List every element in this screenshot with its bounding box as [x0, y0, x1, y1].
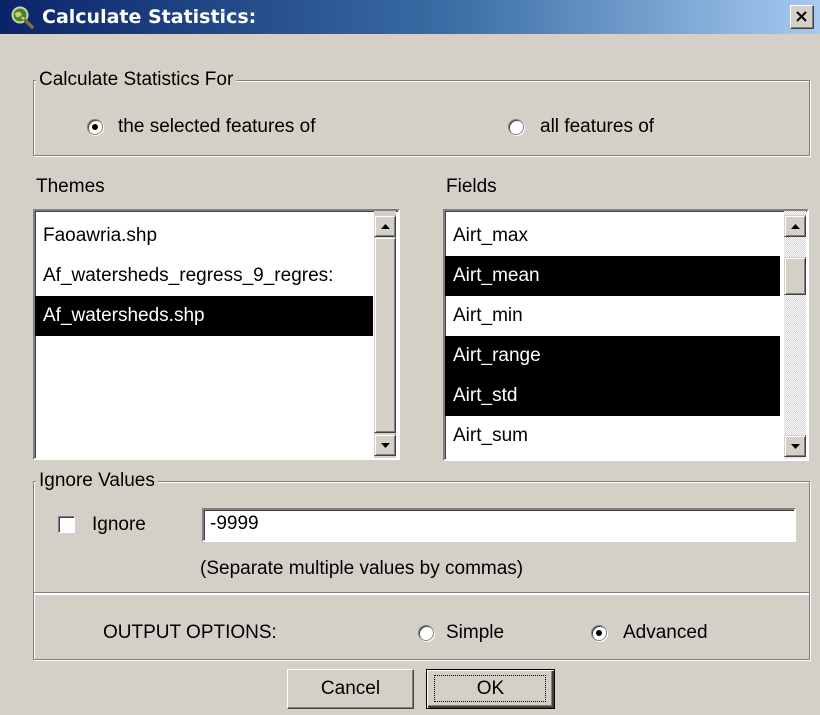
themes-list[interactable]: Faoawria.shp Af_watersheds_regress_9_reg…	[33, 209, 400, 460]
output-options-label: OUTPUT OPTIONS:	[103, 622, 277, 643]
scroll-up-button[interactable]	[784, 215, 806, 237]
window-title: Calculate Statistics:	[42, 6, 257, 28]
all-features-label[interactable]: all features of	[540, 115, 654, 139]
advanced-label[interactable]: Advanced	[623, 621, 708, 645]
advanced-radio[interactable]	[591, 625, 607, 641]
themes-scrollbar[interactable]	[374, 211, 396, 458]
selected-features-radio[interactable]	[87, 119, 103, 135]
arrow-up-icon	[381, 224, 390, 229]
list-item[interactable]: Faoawria.shp	[35, 216, 373, 256]
ignore-hint: (Separate multiple values by commas)	[200, 558, 524, 579]
fields-label: Fields	[446, 176, 497, 197]
scroll-thumb[interactable]	[374, 237, 396, 433]
list-item[interactable]: Airt_min	[445, 296, 780, 336]
scroll-down-button[interactable]	[784, 435, 806, 457]
ok-button[interactable]: OK	[426, 669, 555, 709]
simple-label[interactable]: Simple	[446, 621, 504, 645]
scroll-up-button[interactable]	[374, 215, 396, 237]
focus-rect	[434, 675, 546, 702]
list-item[interactable]: Airt_mean	[445, 256, 780, 296]
close-button[interactable]	[790, 5, 814, 29]
calc-for-legend: Calculate Statistics For	[36, 70, 237, 90]
close-icon	[796, 11, 807, 22]
cancel-button-label: Cancel	[320, 678, 381, 699]
title-bar[interactable]: Calculate Statistics:	[0, 0, 820, 35]
ignore-values-legend: Ignore Values	[36, 471, 158, 491]
arrow-down-icon	[381, 443, 390, 448]
arrow-down-icon	[791, 444, 800, 449]
list-item[interactable]: Af_watersheds.shp	[35, 296, 373, 336]
list-item[interactable]: Airt_std	[445, 376, 780, 416]
ignore-values-input[interactable]: -9999	[202, 508, 796, 542]
list-item[interactable]: Airt_sum	[445, 416, 780, 456]
list-item[interactable]: Airt_range	[445, 336, 780, 376]
list-item[interactable]: Af_watersheds_regress_9_regres:	[35, 256, 373, 296]
ignore-checkbox-label[interactable]: Ignore	[92, 513, 146, 537]
scroll-down-button[interactable]	[374, 434, 396, 456]
fields-scrollbar[interactable]	[784, 211, 806, 459]
simple-radio[interactable]	[418, 625, 434, 641]
scroll-thumb[interactable]	[784, 257, 806, 295]
magnifier-globe-icon	[11, 6, 34, 29]
cancel-button[interactable]: Cancel	[287, 669, 414, 709]
selected-features-label[interactable]: the selected features of	[118, 115, 316, 139]
fields-list[interactable]: Airt_max Airt_mean Airt_min Airt_range A…	[443, 209, 809, 461]
ignore-checkbox[interactable]	[58, 516, 75, 533]
arrow-up-icon	[791, 224, 800, 229]
list-item[interactable]: Airt_max	[445, 216, 780, 256]
all-features-radio[interactable]	[508, 119, 524, 135]
themes-label: Themes	[36, 176, 105, 197]
